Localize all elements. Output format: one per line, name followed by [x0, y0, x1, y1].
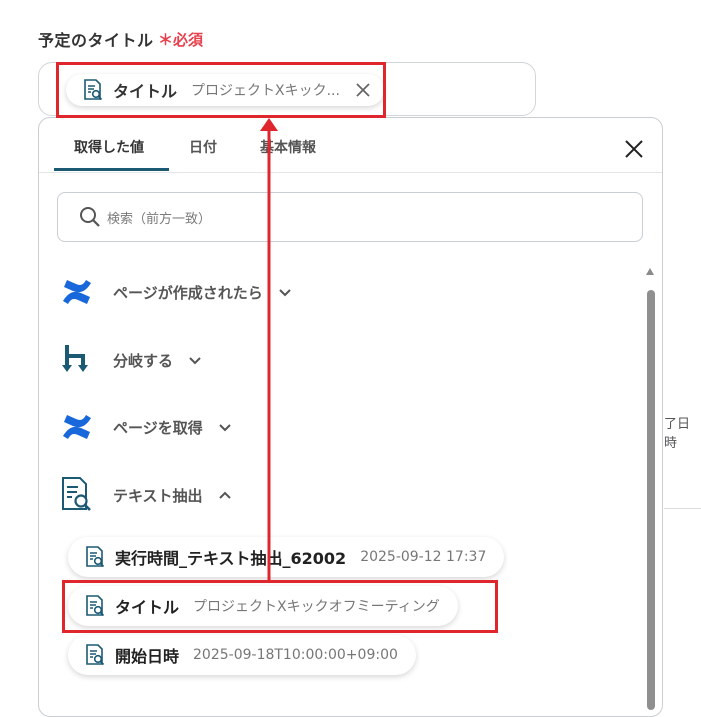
field-label: 予定のタイトル: [38, 31, 154, 50]
scrollbar[interactable]: [644, 268, 656, 716]
confluence-icon: [57, 407, 97, 447]
confluence-icon: [57, 272, 97, 312]
section-label: 分岐する: [113, 351, 174, 370]
section-branch[interactable]: 分岐する: [57, 340, 203, 380]
text-extract-icon: [84, 79, 103, 101]
scroll-up-arrow-icon[interactable]: [646, 268, 654, 275]
chevron-down-icon: [218, 424, 231, 432]
chevron-down-icon: [278, 289, 291, 297]
text-extract-icon: [86, 595, 105, 617]
value-chip[interactable]: 実行時間_テキスト抽出_62002 2025-09-12 17:37: [68, 537, 505, 577]
value-chip[interactable]: タイトル プロジェクトXキックオフミーティング: [68, 586, 458, 626]
value-text: 2025-09-18T10:00:00+09:00: [193, 647, 398, 663]
chevron-down-icon: [189, 357, 201, 365]
value-text: プロジェクトXキックオフミーティング: [193, 599, 440, 615]
remove-chip-button[interactable]: [352, 79, 374, 101]
active-tab-indicator: [54, 168, 169, 171]
tab-bar: 取得した値 日付 基本情報: [39, 118, 662, 173]
value-chip[interactable]: 開始日時 2025-09-18T10:00:00+09:00: [68, 635, 416, 675]
scroll-thumb[interactable]: [647, 290, 655, 710]
close-icon[interactable]: [622, 137, 646, 161]
tab-basic-info[interactable]: 基本情報: [260, 137, 316, 157]
value-picker-panel: 取得した値 日付 基本情報 検索（前方一致） ページが作成されたら 分岐する ペ…: [38, 117, 663, 717]
required-badge: ＊必須: [158, 31, 204, 49]
tab-date[interactable]: 日付: [189, 137, 217, 157]
tab-acquired-values[interactable]: 取得した値: [74, 137, 144, 157]
background-divider: [664, 508, 701, 509]
section-label: ページが作成されたら: [113, 283, 263, 302]
chip-value: プロジェクトXキック...: [191, 83, 340, 99]
section-page-created[interactable]: ページが作成されたら: [57, 272, 293, 312]
chip-name: タイトル: [113, 82, 178, 101]
value-name: タイトル: [115, 598, 180, 617]
chevron-up-icon: [218, 491, 231, 499]
background-partial-text: 了日時: [664, 417, 691, 451]
value-name: 開始日時: [115, 647, 180, 666]
close-icon: [356, 83, 370, 97]
text-extract-icon: [86, 546, 105, 568]
section-label: テキスト抽出: [113, 486, 203, 505]
section-get-page[interactable]: ページを取得: [57, 407, 233, 447]
selected-value-chip[interactable]: タイトル プロジェクトXキック...: [66, 74, 384, 106]
value-text: 2025-09-12 17:37: [360, 549, 487, 565]
search-icon: [80, 207, 100, 227]
search-input[interactable]: 検索（前方一致）: [57, 192, 643, 242]
text-extract-icon: [57, 475, 97, 515]
branch-icon: [57, 340, 97, 380]
section-text-extract[interactable]: テキスト抽出: [57, 475, 233, 515]
value-name: 実行時間_テキスト抽出_62002: [115, 549, 347, 568]
text-extract-icon: [86, 644, 105, 666]
section-label: ページを取得: [113, 418, 203, 437]
search-placeholder: 検索（前方一致）: [107, 212, 212, 227]
